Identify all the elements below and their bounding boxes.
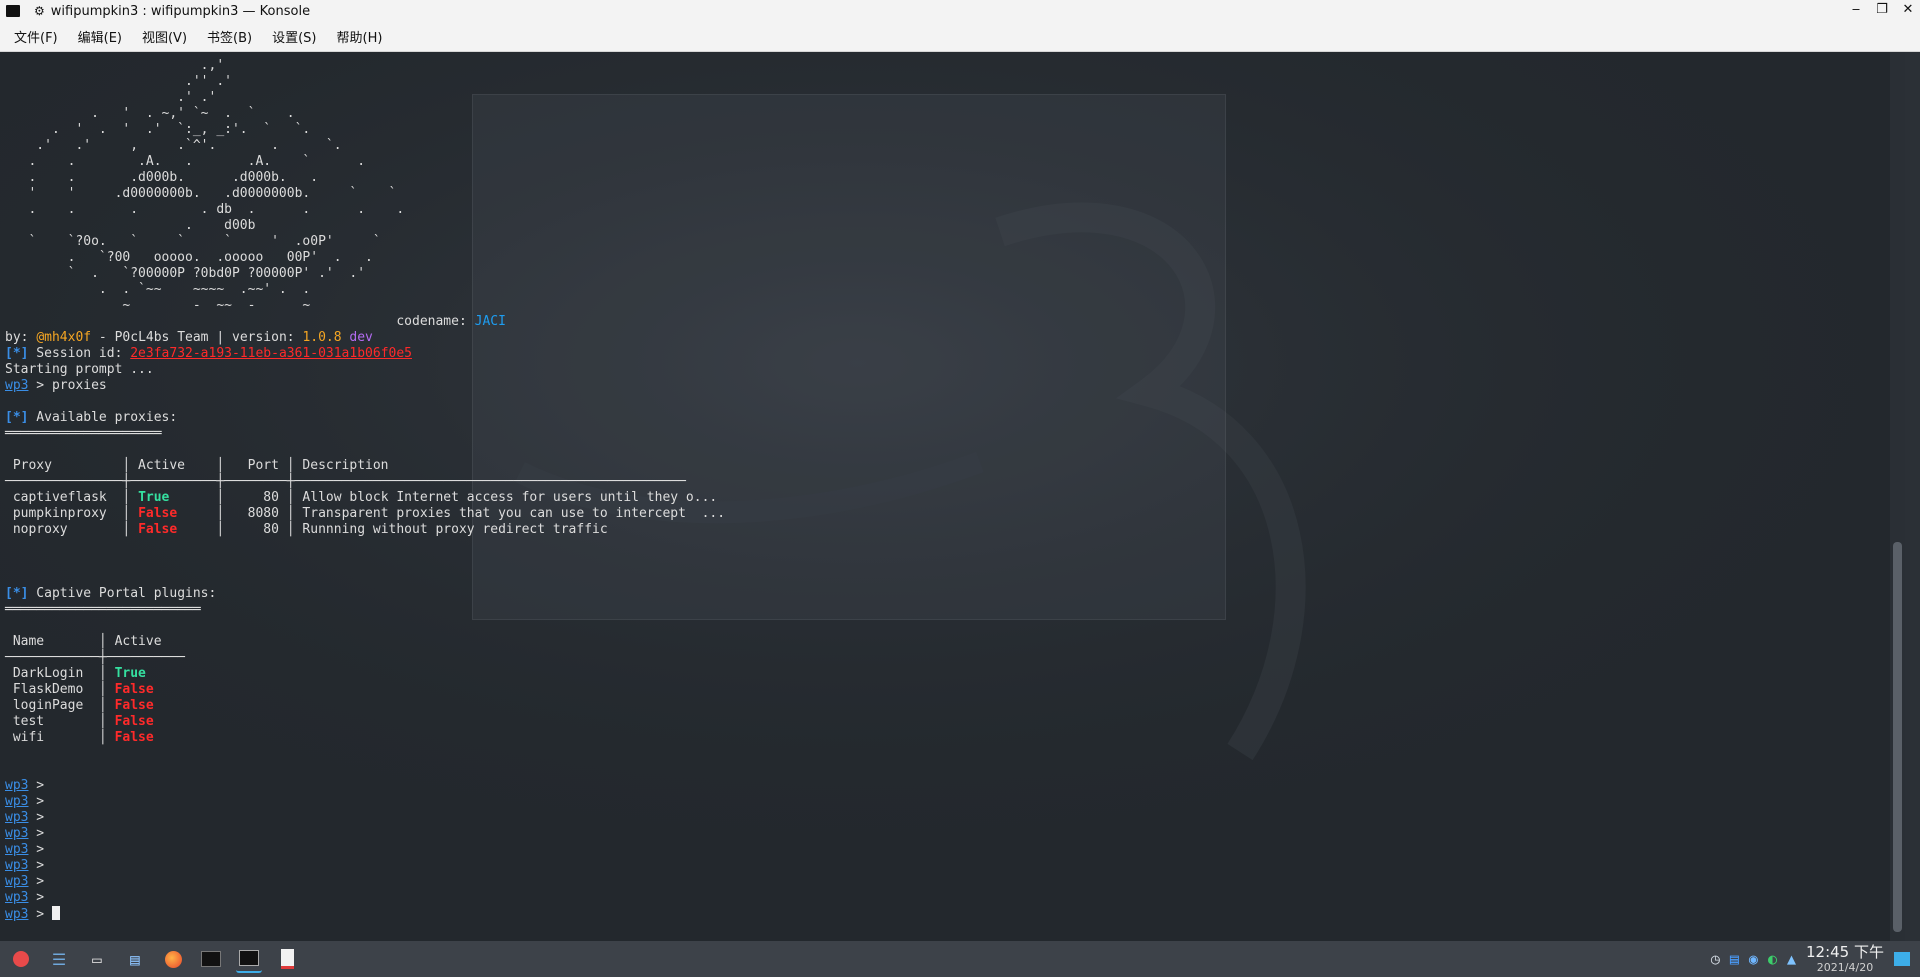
table-row: captiveflask │ True │ 80 │ Allow block I… [5, 490, 718, 505]
session-label: Session id: [28, 346, 131, 361]
document-viewer-icon[interactable] [274, 946, 300, 972]
menu-edit[interactable]: 编辑(E) [68, 27, 132, 46]
proxies-title: Available proxies: [28, 410, 178, 425]
prompt-suffix: > [28, 826, 52, 841]
plugins-table-header: Name │ Active [5, 634, 162, 649]
taskbar: ☰ ▭ ▤ ◷ ▤ ◉ ◐ ▲ 12:45 下午 2021/4/20 [0, 941, 1920, 977]
terminal-scrollbar[interactable] [1890, 52, 1905, 941]
status-false: False [114, 714, 154, 729]
prompt-label: wp3 [5, 378, 29, 393]
status-false: False [114, 698, 154, 713]
prompt-suffix: > [28, 907, 52, 922]
status-false: False [138, 506, 178, 521]
plugins-title: Captive Portal plugins: [28, 586, 217, 601]
table-row: wifi │ False [5, 730, 154, 745]
prompt-suffix: > [28, 858, 52, 873]
wechat-icon[interactable]: ◐ [1768, 950, 1777, 968]
file-manager-icon[interactable]: ▭ [84, 946, 110, 972]
team-text: - P0cL4bs Team | version: [91, 330, 303, 345]
status-true: True [114, 666, 146, 681]
scrollbar-thumb[interactable] [1893, 542, 1902, 932]
clock-time: 12:45 下午 [1806, 943, 1884, 961]
clock-date: 2021/4/20 [1816, 961, 1874, 974]
app-launcher-icon[interactable] [8, 946, 34, 972]
plugins-underline: ═════════════════════════ [5, 602, 201, 617]
info-marker: [*] [5, 586, 29, 601]
author-name: @mh4x0f [36, 330, 92, 345]
window-titlebar[interactable]: ⚙ wifipumpkin3 : wifipumpkin3 — Konsole … [0, 0, 1920, 22]
status-false: False [138, 522, 178, 537]
window-controls: ‒ ❐ ✕ [1848, 2, 1916, 17]
prompt-suffix: > [28, 794, 52, 809]
prompt-suffix: > [28, 842, 52, 857]
prompt-suffix: > [28, 890, 52, 905]
status-false: False [114, 682, 154, 697]
menu-file[interactable]: 文件(F) [4, 27, 68, 46]
starting-text: Starting prompt ... [5, 362, 154, 377]
session-id: 2e3fa732-a193-11eb-a361-031a1b06f0e5 [130, 346, 412, 361]
system-tray-icon[interactable]: ◷ [1711, 950, 1720, 968]
table-row: pumpkinproxy │ False │ 8080 │ Transparen… [5, 506, 726, 521]
table-row: loginPage │ False [5, 698, 154, 713]
minimize-icon[interactable]: ‒ [1848, 2, 1864, 17]
proxies-underline: ════════════════════ [5, 426, 162, 441]
table-row: noproxy │ False │ 80 │ Runnning without … [5, 522, 608, 537]
prompt-suffix: > [28, 874, 52, 889]
konsole-app-icon [6, 5, 20, 17]
by-label: by: [5, 330, 37, 345]
menu-view[interactable]: 视图(V) [132, 27, 197, 46]
chat-icon[interactable]: ◉ [1749, 950, 1758, 968]
menu-settings[interactable]: 设置(S) [262, 27, 326, 46]
terminal-view[interactable]: .,' .'' .' .' .' . ' . ~,' `~ . ` . . ' … [0, 52, 1905, 941]
table-row: DarkLogin │ True [5, 666, 146, 681]
codename-value: JACI [474, 314, 506, 329]
files-icon[interactable]: ▤ [122, 946, 148, 972]
table-row: FlaskDemo │ False [5, 682, 154, 697]
menu-bar: 文件(F) 编辑(E) 视图(V) 书签(B) 设置(S) 帮助(H) [0, 22, 1920, 52]
notes-icon[interactable]: ▤ [1730, 950, 1739, 968]
status-false: False [114, 730, 154, 745]
network-icon[interactable]: ▲ [1787, 950, 1796, 968]
info-marker: [*] [5, 410, 29, 425]
pin-icon[interactable]: ⚙ [34, 4, 45, 18]
proxies-table-rule: ───────────────┼───────────┼────────┼───… [5, 474, 686, 489]
prompt-label: wp3 [5, 890, 29, 905]
prompt-label: wp3 [5, 826, 29, 841]
terminal-output: .,' .'' .' .' .' . ' . ~,' `~ . ` . . ' … [5, 58, 725, 923]
konsole-taskbar-icon[interactable] [236, 945, 262, 973]
prompt-label: wp3 [5, 794, 29, 809]
prompt-label: wp3 [5, 907, 29, 922]
prompt-label: wp3 [5, 842, 29, 857]
command-text: > proxies [28, 378, 107, 393]
prompt-label: wp3 [5, 810, 29, 825]
terminal-icon[interactable] [198, 946, 224, 972]
menu-bookmarks[interactable]: 书签(B) [197, 27, 262, 46]
plugins-table-rule: ────────────┼────────── [5, 650, 186, 665]
version-tag: dev [341, 330, 373, 345]
table-row: test │ False [5, 714, 154, 729]
firefox-icon[interactable] [160, 946, 186, 972]
prompt-label: wp3 [5, 874, 29, 889]
prompt-label: wp3 [5, 858, 29, 873]
info-marker: [*] [5, 346, 29, 361]
menu-help[interactable]: 帮助(H) [327, 27, 393, 46]
terminal-cursor[interactable] [51, 906, 60, 920]
status-true: True [138, 490, 170, 505]
prompt-suffix: > [28, 778, 52, 793]
version-number: 1.0.8 [302, 330, 342, 345]
settings-icon[interactable]: ☰ [46, 946, 72, 972]
show-desktop-icon[interactable] [1894, 952, 1910, 966]
prompt-suffix: > [28, 810, 52, 825]
close-icon[interactable]: ✕ [1900, 2, 1916, 17]
window-title: wifipumpkin3 : wifipumpkin3 — Konsole [50, 3, 311, 19]
maximize-icon[interactable]: ❐ [1874, 2, 1890, 17]
clock[interactable]: 12:45 下午 2021/4/20 [1806, 943, 1884, 975]
ascii-banner: .,' .'' .' .' .' . ' . ~,' `~ . ` . . ' … [28, 58, 405, 313]
codename-label: codename: [396, 314, 475, 329]
prompt-label: wp3 [5, 778, 29, 793]
proxies-table-header: Proxy │ Active │ Port │ Description [5, 458, 389, 473]
